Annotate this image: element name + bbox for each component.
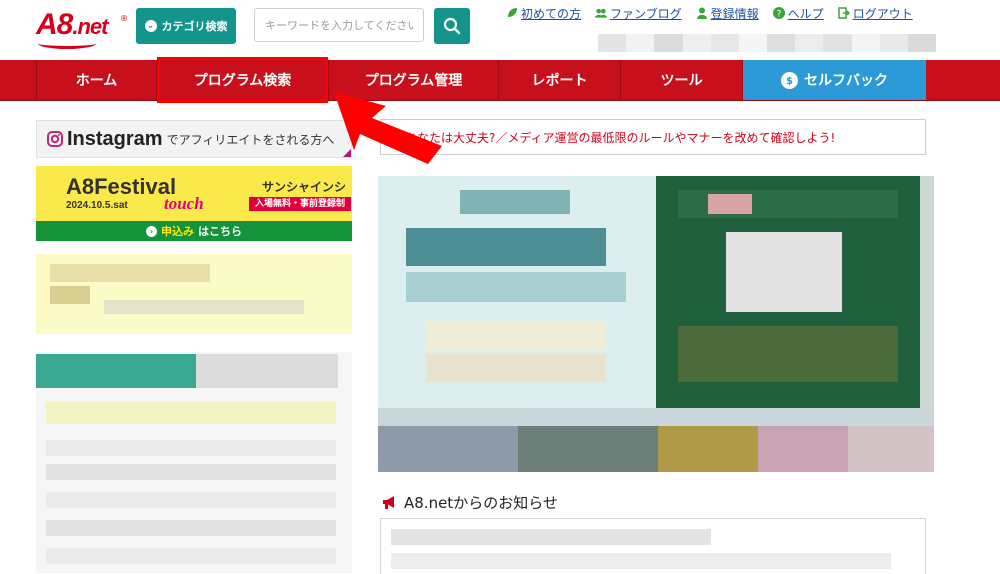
- banner-blur-block: [426, 354, 606, 382]
- instagram-icon: [47, 131, 63, 147]
- util-link-fanblog-label: ファンブログ: [610, 6, 682, 21]
- program-search-highlight: [157, 57, 328, 103]
- svg-text:?: ?: [776, 10, 781, 20]
- banner-thumb: [758, 426, 848, 472]
- banner-blur-block: [406, 228, 606, 266]
- logo-swoosh: [38, 38, 96, 49]
- megaphone-icon: [383, 496, 394, 509]
- notice-text: あなたは大丈夫?／メディア運営の最低限のルールやマナーを改めて確認しよう!: [405, 130, 836, 145]
- util-link-account-label: 登録情報: [710, 6, 759, 21]
- festival-entry-badge: 入場無料・事前登録制: [249, 197, 352, 211]
- selfback-icon: $: [781, 71, 798, 89]
- banner-blur-block: [460, 190, 570, 214]
- main-banner-blurred[interactable]: [378, 176, 934, 472]
- util-link-fanblog[interactable]: ファンブログ: [595, 4, 682, 22]
- instagram-title: Instagram: [67, 127, 163, 150]
- blurred-tab-active: [36, 354, 196, 388]
- festival-subtitle: touch: [164, 194, 204, 213]
- festival-title: A8Festival: [66, 174, 177, 199]
- blurred-text: [46, 520, 336, 536]
- nav-program-manage-label: プログラム管理: [364, 73, 463, 89]
- logout-icon: [837, 7, 850, 19]
- nav-selfback[interactable]: $ セルフバック: [743, 60, 926, 100]
- user-icon: [696, 7, 708, 19]
- category-search-button[interactable]: ⌄ カテゴリ検索: [136, 8, 236, 44]
- blurred-news-item: [391, 553, 891, 569]
- festival-apply-bar[interactable]: › 申込み はこちら: [36, 221, 352, 241]
- main-nav: ホーム プログラム検索 プログラム管理 レポート ツール $ セルフバック: [0, 60, 1000, 101]
- notice-link[interactable]: あなたは大丈夫?／メディア運営の最低限のルールやマナーを改めて確認しよう!: [380, 119, 926, 155]
- nav-home-label: ホーム: [75, 73, 118, 89]
- nav-home[interactable]: ホーム: [36, 60, 156, 100]
- logo-net-text: .net: [72, 14, 108, 39]
- util-link-help-label: ヘルプ: [787, 6, 824, 21]
- festival-date: 2024.10.5.sat: [66, 200, 128, 211]
- svg-text:$: $: [786, 76, 793, 86]
- blurred-text: [46, 440, 336, 456]
- a8-logo[interactable]: A8.net ®: [36, 8, 128, 49]
- banner-edge: [920, 176, 934, 408]
- blurred-text: [46, 548, 336, 564]
- blurred-tab: [196, 354, 338, 388]
- banner-blur-block: [426, 322, 606, 350]
- category-search-label: カテゴリ検索: [161, 20, 228, 33]
- pointer-arrow-annotation: [334, 92, 442, 164]
- utility-links: 初めての方 ファンブログ 登録情報 ? ヘルプ ログアウト: [506, 4, 913, 22]
- search-button[interactable]: [434, 8, 470, 44]
- nav-tools-label: ツール: [660, 73, 703, 89]
- blurred-news-item: [391, 529, 711, 545]
- keyword-search-input[interactable]: [254, 8, 424, 42]
- util-link-beginners-label: 初めての方: [521, 6, 582, 21]
- news-heading: A8.netからのお知らせ: [382, 492, 558, 513]
- util-link-logout[interactable]: ログアウト: [837, 4, 913, 22]
- chevron-down-icon: ⌄: [144, 20, 157, 32]
- festival-apply-rest: はこちら: [198, 225, 242, 238]
- blurred-text: [46, 402, 336, 424]
- util-link-account[interactable]: 登録情報: [696, 4, 759, 22]
- nav-selfback-label: セルフバック: [804, 73, 888, 89]
- blurred-text: [46, 492, 336, 508]
- nav-report[interactable]: レポート: [498, 60, 620, 100]
- news-list-box: [380, 518, 926, 574]
- util-link-help[interactable]: ? ヘルプ: [772, 4, 824, 22]
- banner-thumb: [518, 426, 658, 472]
- nav-tools[interactable]: ツール: [620, 60, 743, 100]
- blurred-text: [50, 264, 210, 282]
- blurred-text: [46, 464, 336, 480]
- chevron-right-icon: ›: [146, 225, 157, 237]
- blurred-text: [50, 286, 90, 304]
- util-link-logout-label: ログアウト: [852, 6, 913, 21]
- banner-blur-block: [708, 194, 752, 214]
- search-icon: [443, 17, 461, 35]
- question-icon: ?: [772, 7, 785, 20]
- blurred-text: [104, 300, 304, 314]
- banner-blur-block: [406, 272, 626, 302]
- leaf-icon: [506, 7, 518, 19]
- banner-thumb-strip: [378, 408, 934, 426]
- logo-registered-mark: ®: [120, 14, 128, 23]
- a8-festival-banner[interactable]: A8Festival touch 2024.10.5.sat サンシャインシティ…: [36, 166, 352, 241]
- banner-blur-block: [726, 232, 842, 312]
- banner-thumb: [848, 426, 934, 472]
- nav-report-label: レポート: [531, 73, 588, 89]
- banner-thumb: [378, 426, 518, 472]
- instagram-subtitle: でアフィリエイトをされる方へ: [166, 132, 335, 147]
- logo-a8-text: A8: [36, 8, 73, 41]
- util-link-beginners[interactable]: 初めての方: [506, 4, 581, 22]
- news-title: A8.netからのお知らせ: [404, 494, 558, 512]
- banner-thumb: [658, 426, 758, 472]
- people-icon: [595, 7, 608, 19]
- banner-blur-block: [678, 326, 898, 382]
- instagram-banner[interactable]: Instagram でアフィリエイトをされる方へ: [36, 120, 352, 158]
- festival-apply-highlight: 申込み: [161, 225, 194, 238]
- user-info-blurred: [598, 34, 937, 52]
